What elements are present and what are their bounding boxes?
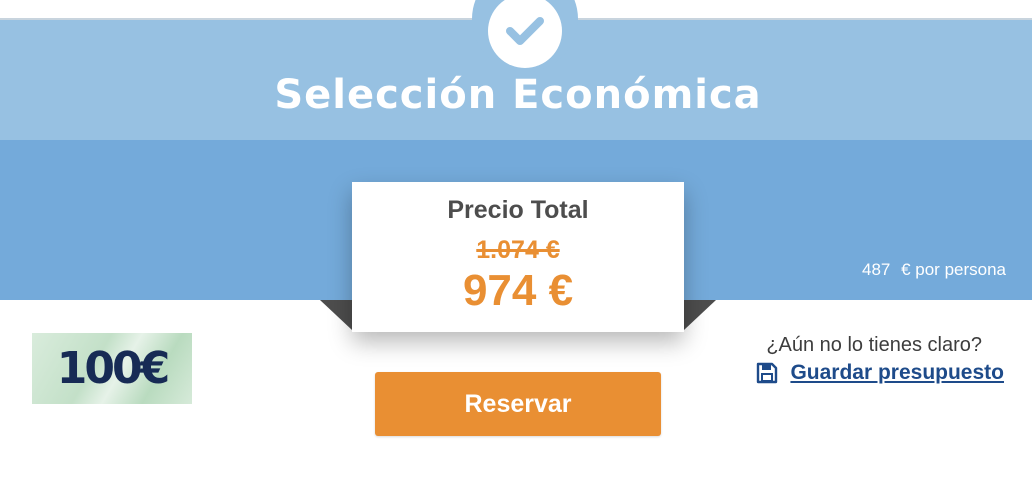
per-person-amount: 487 [861, 260, 891, 279]
save-quote-link[interactable]: Guardar presupuesto [756, 361, 1004, 385]
floppy-disk-icon [757, 362, 778, 384]
page-title: Selección Económica [274, 72, 762, 118]
ribbon-fold-left [320, 300, 352, 330]
unsure-text: ¿Aún no lo tienes claro? [766, 334, 982, 356]
discount-badge-text: 100€ [56, 343, 170, 394]
per-person-suffix: € por persona [901, 260, 1006, 279]
price-label: Precio Total [447, 196, 589, 224]
discount-badge: 100€ [32, 333, 192, 404]
price-card: Precio Total 1.074 € 974 € [352, 182, 684, 332]
save-quote-label[interactable]: Guardar presupuesto [790, 361, 1004, 385]
check-icon [506, 17, 544, 45]
new-price: 974 € [462, 266, 574, 315]
ribbon-fold-right [684, 300, 716, 330]
per-person-price: 487 € por persona [856, 260, 1006, 280]
old-price: 1.074 € [476, 236, 560, 264]
reserve-button[interactable]: Reservar [375, 372, 661, 436]
